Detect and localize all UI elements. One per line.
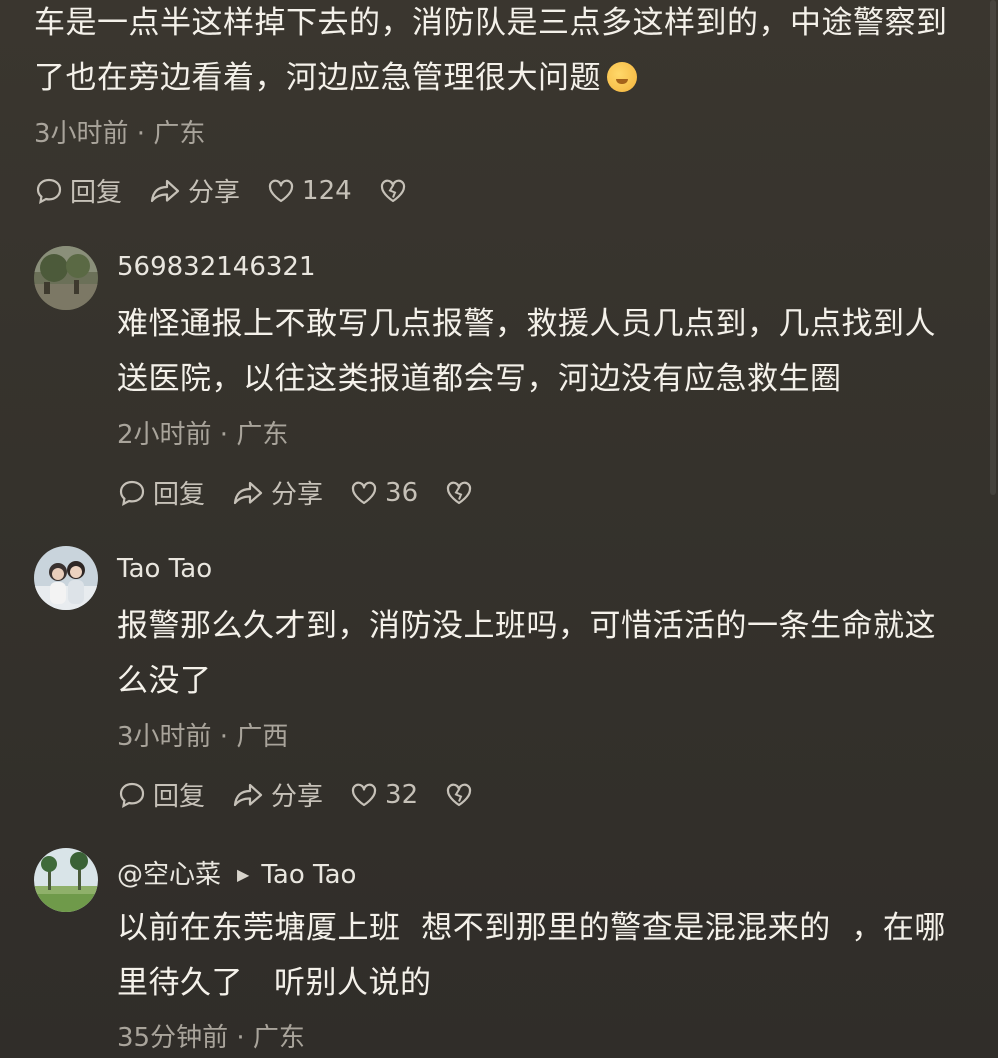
like-count: 124 — [302, 175, 352, 206]
heart-icon — [351, 481, 377, 504]
comment-meta: 3小时前 · 广西 — [117, 722, 289, 752]
share-arrow-icon — [150, 179, 180, 202]
reply-label: 回复 — [70, 178, 123, 208]
username[interactable]: @空心菜 ▶ Tao Tao — [117, 854, 356, 891]
comment-meta: 3小时前 · 广东 — [34, 119, 206, 149]
share-button[interactable]: 分享 — [231, 474, 323, 511]
comment-actions: 回复 分享 124 — [34, 172, 440, 209]
heart-icon — [268, 179, 294, 202]
comment-text: 难怪通报上不敢写几点报警，救援人员几点到，几点找到人送医院，以往这类报道都会写，… — [117, 306, 936, 397]
share-arrow-icon — [233, 783, 263, 806]
thinking-face-emoji — [607, 62, 637, 92]
comment-meta: 35分钟前 · 广东 — [117, 1023, 305, 1053]
avatar[interactable] — [34, 546, 98, 610]
reply-label: 回复 — [153, 782, 206, 812]
broken-heart-icon — [447, 481, 472, 504]
comment-text: 车是一点半这样掉下去的，消防队是三点多这样到的，中途警察到了也在旁边看着，河边应… — [34, 5, 948, 96]
share-button[interactable]: 分享 — [148, 172, 240, 209]
heart-icon — [351, 783, 377, 806]
reply-button[interactable]: 回复 — [117, 776, 205, 813]
like-count: 36 — [385, 477, 419, 508]
avatar[interactable] — [34, 848, 98, 912]
share-arrow-icon — [233, 481, 263, 504]
reply-to-arrow-icon: ▶ — [237, 865, 250, 884]
like-count: 32 — [385, 779, 419, 810]
share-button[interactable]: 分享 — [231, 776, 323, 813]
comment-meta: 2小时前 · 广东 — [117, 420, 289, 450]
scrollbar[interactable] — [990, 0, 996, 495]
reply-author[interactable]: @空心菜 — [117, 860, 221, 890]
broken-heart-icon — [380, 179, 405, 202]
reply-target[interactable]: Tao Tao — [261, 860, 356, 890]
comment-actions: 回复 分享 32 — [117, 776, 506, 813]
avatar[interactable] — [34, 246, 98, 310]
chat-bubble-icon — [36, 178, 62, 204]
comment-text: 以前在东莞塘厦上班 想不到那里的警查是混混来的 ，在哪里待久了 听别人说的 — [117, 910, 946, 1001]
reply-label: 回复 — [153, 480, 206, 510]
chat-bubble-icon — [119, 782, 145, 808]
reply-button[interactable]: 回复 — [34, 172, 122, 209]
like-button[interactable]: 124 — [266, 176, 352, 206]
share-label: 分享 — [271, 480, 324, 510]
share-label: 分享 — [188, 178, 241, 208]
reply-button[interactable]: 回复 — [117, 474, 205, 511]
share-label: 分享 — [271, 782, 324, 812]
dislike-button[interactable] — [444, 478, 480, 508]
like-button[interactable]: 32 — [349, 780, 418, 810]
dislike-button[interactable] — [444, 780, 480, 810]
username[interactable]: Tao Tao — [117, 554, 212, 584]
username[interactable]: 569832146321 — [117, 252, 316, 282]
comment-actions: 回复 分享 36 — [117, 474, 506, 511]
dislike-button[interactable] — [378, 176, 414, 206]
broken-heart-icon — [447, 783, 472, 806]
like-button[interactable]: 36 — [349, 478, 418, 508]
comment-text: 报警那么久才到，消防没上班吗，可惜活活的一条生命就这么没了 — [117, 608, 936, 699]
chat-bubble-icon — [119, 480, 145, 506]
